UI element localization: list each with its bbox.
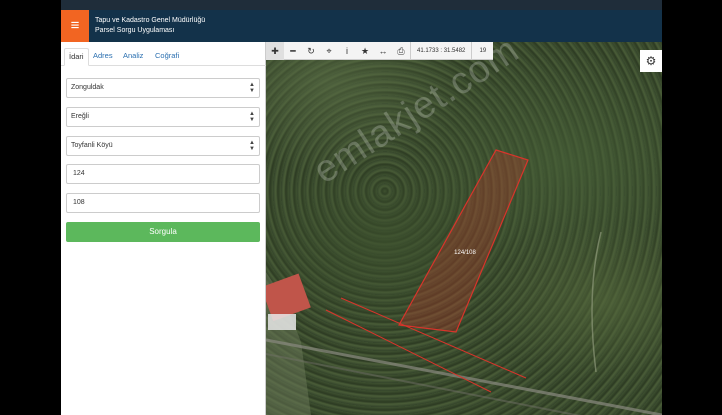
top-strip: [61, 0, 662, 10]
app-title-line2: Parsel Sorgu Uygulaması: [95, 27, 175, 34]
query-button[interactable]: Sorgula: [66, 222, 260, 242]
app-window: ≡ Tapu ve Kadastro Genel Müdürlüğü Parse…: [61, 0, 662, 415]
district-value: Ereğli: [71, 113, 89, 120]
query-sidebar: İdari Adres Analiz Coğrafi Zonguldak ▲ ▼ …: [61, 42, 266, 415]
info-icon: i: [346, 46, 348, 56]
measure-icon: ↔: [378, 46, 388, 56]
info-button[interactable]: i: [338, 42, 356, 60]
zoom-level: 19: [471, 42, 493, 60]
minus-icon: ━: [290, 46, 296, 56]
gear-icon: ⚙: [645, 54, 657, 68]
road-edge: [266, 353, 581, 415]
favorite-button[interactable]: ★: [356, 42, 374, 60]
tab-idari[interactable]: İdari: [64, 48, 89, 66]
map-toolbar: ✚ ━ ↻ ⌖ i ★ ↔ ⎙ 41.1733 : 31.5482 19: [266, 42, 494, 60]
house-wall: [268, 314, 296, 330]
print-icon: ⎙: [397, 46, 405, 56]
app-title-line1: Tapu ve Kadastro Genel Müdürlüğü: [95, 17, 206, 24]
locate-button[interactable]: ⌖: [320, 42, 338, 60]
province-value: Zonguldak: [71, 84, 104, 91]
coordinate-readout: 41.1733 : 31.5482: [410, 42, 471, 60]
plus-icon: ✚: [271, 46, 279, 56]
neighborhood-value: Toyfanli Köyü: [71, 142, 113, 149]
parcel-polygon[interactable]: [398, 149, 529, 333]
refresh-icon: ↻: [307, 46, 315, 56]
parcel-input[interactable]: 108: [66, 193, 260, 213]
print-button[interactable]: ⎙: [392, 42, 410, 60]
tab-cografi[interactable]: Coğrafi: [151, 48, 183, 66]
locate-icon: ⌖: [326, 46, 332, 56]
zoom-in-button[interactable]: ✚: [266, 42, 284, 60]
hamburger-icon: ≡: [70, 17, 80, 34]
sidebar-tabs: İdari Adres Analiz Coğrafi: [61, 42, 266, 66]
select-arrows-icon: ▲ ▼: [249, 82, 255, 94]
province-select[interactable]: Zonguldak ▲ ▼: [66, 78, 260, 98]
district-select[interactable]: Ereğli ▲ ▼: [66, 107, 260, 127]
refresh-button[interactable]: ↻: [302, 42, 320, 60]
tab-adres[interactable]: Adres: [89, 48, 117, 66]
hamburger-menu-button[interactable]: ≡: [61, 10, 89, 42]
parcel-label: 124/108: [454, 250, 476, 256]
map-view[interactable]: 124/108 emlakjet.com ✚ ━ ↻ ⌖ i ★ ↔ ⎙ 41.…: [266, 42, 662, 415]
tab-analiz[interactable]: Analiz: [119, 48, 147, 66]
app-header: ≡ Tapu ve Kadastro Genel Müdürlüğü Parse…: [61, 10, 662, 42]
map-overlay: 124/108: [266, 149, 662, 415]
select-arrows-icon: ▲ ▼: [249, 111, 255, 123]
star-icon: ★: [360, 46, 370, 56]
zoom-out-button[interactable]: ━: [284, 42, 302, 60]
measure-button[interactable]: ↔: [374, 42, 392, 60]
settings-button[interactable]: ⚙: [640, 50, 662, 72]
house-roof: [266, 273, 311, 322]
select-arrows-icon: ▲ ▼: [249, 140, 255, 152]
app-title: Tapu ve Kadastro Genel Müdürlüğü Parsel …: [95, 16, 205, 36]
block-input[interactable]: 124: [66, 164, 260, 184]
path-line: [591, 231, 602, 373]
neighborhood-select[interactable]: Toyfanli Köyü ▲ ▼: [66, 136, 260, 156]
